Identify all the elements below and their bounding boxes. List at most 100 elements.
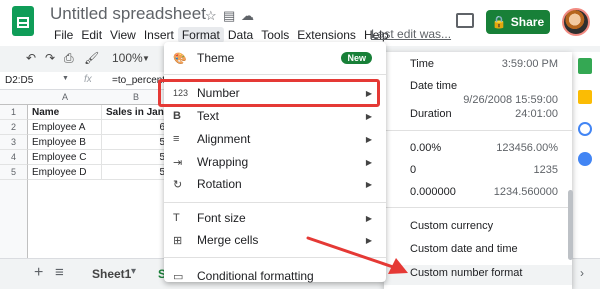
chevron-right-icon: ▶ — [365, 179, 372, 189]
row-header[interactable]: 4 — [0, 150, 28, 165]
bold-icon: B — [173, 110, 181, 122]
add-sheet-button[interactable]: + — [34, 264, 43, 282]
item-label: Custom number format — [410, 267, 523, 279]
menu-item-alignment[interactable]: ≡ Alignment ▶ — [164, 127, 386, 151]
formula-bar: D2:D5 ▼ fx =to_percent — [0, 72, 170, 90]
separator — [164, 202, 386, 203]
palette-icon: 🎨 — [173, 52, 187, 65]
new-badge: New — [341, 52, 372, 64]
chevron-down-icon[interactable]: ▼ — [62, 75, 69, 82]
item-example: 1234.560000 — [493, 186, 558, 198]
align-icon: ≡ — [173, 133, 180, 145]
last-edit-link[interactable]: Last edit was... — [371, 27, 451, 41]
menu-item-theme[interactable]: 🎨 Theme New — [164, 46, 386, 70]
chevron-right-icon: ▶ — [365, 213, 372, 223]
cell[interactable]: Sales in Jan — [102, 105, 170, 120]
contacts-icon[interactable] — [578, 152, 592, 166]
corner-header[interactable] — [0, 90, 28, 105]
merge-icon: ⊞ — [173, 234, 183, 247]
separator — [384, 130, 572, 131]
item-label: 0.000000 — [410, 186, 456, 198]
menu-bar: File Edit View Insert Format Data Tools … — [50, 27, 393, 43]
wrap-icon: ⇥ — [173, 156, 183, 169]
spreadsheet-grid: A B 1 2 3 4 5 Name Sales in Jan Employee… — [0, 90, 170, 260]
lock-icon: 🔒 — [491, 15, 507, 29]
move-folder-icon[interactable]: ▤ — [223, 8, 235, 24]
top-bar: Untitled spreadsheet ☆ ▤ ☁ File Edit Vie… — [0, 0, 600, 46]
sheets-logo-icon[interactable] — [12, 6, 34, 36]
all-sheets-button[interactable]: ≡ — [55, 264, 64, 281]
menu-item-text[interactable]: B Text ▶ — [164, 104, 386, 128]
sheet-tab-sheet1[interactable]: Sheet1 — [92, 267, 131, 281]
menu-format[interactable]: Format — [177, 27, 224, 43]
cell[interactable]: Employee A — [28, 120, 102, 135]
cell[interactable]: 5 — [102, 165, 170, 180]
side-panel — [572, 52, 600, 258]
menu-view[interactable]: View — [106, 27, 140, 43]
separator — [164, 74, 386, 75]
chevron-down-icon[interactable]: ▾ — [131, 266, 136, 277]
cloud-status-icon[interactable]: ☁ — [241, 8, 254, 24]
item-label: Wrapping — [197, 155, 249, 169]
cell[interactable]: Name — [28, 105, 102, 120]
separator — [384, 207, 572, 208]
item-label: 0 — [410, 164, 417, 176]
chevron-right-icon[interactable]: › — [580, 266, 584, 280]
item-example: 123456.00% — [496, 142, 558, 154]
highlight-box — [158, 79, 380, 107]
row-header[interactable]: 1 — [0, 105, 28, 120]
zoom-select[interactable]: 100% — [112, 51, 143, 65]
share-button[interactable]: 🔒 Share — [486, 10, 550, 34]
item-example: 3:59:00 PM — [501, 58, 558, 70]
row-header[interactable]: 2 — [0, 120, 28, 135]
menu-extensions[interactable]: Extensions — [293, 27, 360, 43]
item-label: Time — [410, 58, 435, 70]
submenu-scrollbar[interactable] — [568, 190, 573, 260]
item-label: Rotation — [197, 177, 242, 191]
chevron-right-icon: ▶ — [365, 157, 372, 167]
item-label: Theme — [197, 51, 235, 65]
rotate-icon: ↻ — [173, 178, 183, 191]
star-icon[interactable]: ☆ — [205, 8, 217, 24]
menu-item-rotation[interactable]: ↻ Rotation ▶ — [164, 172, 386, 196]
sheets-side-icon[interactable] — [578, 58, 592, 74]
undo-icon[interactable]: ↶ — [26, 51, 36, 65]
menu-item-wrapping[interactable]: ⇥ Wrapping ▶ — [164, 150, 386, 174]
cell[interactable]: 5 — [102, 150, 170, 165]
cell[interactable]: Employee D — [28, 165, 102, 180]
cell[interactable]: Employee B — [28, 135, 102, 150]
item-label: 0.00% — [410, 142, 442, 154]
item-label: Font size — [197, 211, 246, 225]
comments-icon[interactable] — [456, 13, 474, 28]
item-example: 9/26/2008 15:59:00 — [463, 94, 558, 106]
document-title[interactable]: Untitled spreadsheet — [50, 4, 206, 24]
cell[interactable]: 5 — [102, 135, 170, 150]
print-icon[interactable]: ⎙ — [64, 51, 74, 66]
chevron-right-icon: ▶ — [365, 134, 372, 144]
row-header[interactable]: 5 — [0, 165, 28, 180]
row-header[interactable]: 3 — [0, 135, 28, 150]
annotation-arrow-icon — [306, 236, 408, 274]
menu-tools[interactable]: Tools — [257, 27, 293, 43]
name-box[interactable]: D2:D5 — [5, 75, 33, 86]
menu-data[interactable]: Data — [224, 27, 257, 43]
chevron-right-icon: ▶ — [365, 111, 372, 121]
item-label: Merge cells — [197, 233, 259, 247]
row-header-filler — [0, 180, 28, 260]
cell[interactable]: Employee C — [28, 150, 102, 165]
menu-file[interactable]: File — [50, 27, 77, 43]
avatar[interactable] — [562, 8, 590, 36]
cell[interactable]: 6 — [102, 120, 170, 135]
tasks-icon[interactable] — [578, 122, 592, 136]
item-example: 24:01:00 — [515, 108, 558, 120]
paint-format-icon[interactable]: 🖌 — [84, 51, 99, 65]
menu-insert[interactable]: Insert — [140, 27, 178, 43]
fx-icon: fx — [84, 74, 92, 85]
item-label: Custom currency — [410, 220, 494, 232]
column-header-a[interactable]: A — [28, 90, 102, 105]
redo-icon[interactable]: ↷ — [45, 51, 55, 65]
menu-edit[interactable]: Edit — [77, 27, 106, 43]
menu-item-font-size[interactable]: T Font size ▶ — [164, 206, 386, 230]
share-label: Share — [510, 15, 545, 29]
keep-icon[interactable] — [578, 90, 592, 104]
